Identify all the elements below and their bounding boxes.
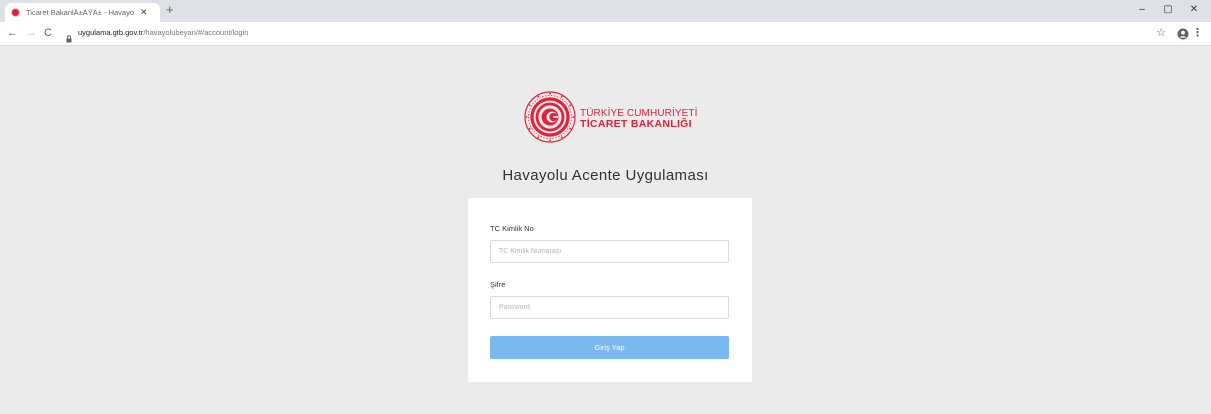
- back-button[interactable]: ←: [7, 26, 18, 40]
- browser-menu-icon[interactable]: ⋮: [1192, 26, 1203, 39]
- site-favicon-icon: [11, 8, 20, 17]
- address-bar[interactable]: uygulama.gtb.gov.tr/havayolubeyan/#/acco…: [78, 28, 248, 37]
- bookmark-star-icon[interactable]: ☆: [1156, 26, 1166, 39]
- login-card: TC Kimlik No Şifre Giriş Yap: [468, 198, 752, 382]
- browser-tab-strip: Ticaret BakanlÄ±ÄŸÄ± - Havayo ✕ + – ▢ ✕: [0, 0, 1211, 22]
- logo-line-2: TİCARET BAKANLIĞI: [580, 118, 692, 131]
- ministry-emblem-icon: [524, 91, 576, 148]
- password-input[interactable]: [490, 296, 729, 319]
- lock-icon[interactable]: [66, 30, 72, 48]
- url-host: uygulama.gtb.gov.tr: [78, 28, 144, 37]
- tab-close-icon[interactable]: ✕: [140, 8, 148, 17]
- ministry-name: TÜRKİYE CUMHURİYETİ TİCARET BAKANLIĞI: [580, 108, 697, 131]
- url-path: /havayolubeyan/#/account/login: [143, 28, 249, 37]
- browser-toolbar: ← → C uygulama.gtb.gov.tr/havayolubeyan/…: [0, 22, 1211, 46]
- tc-kimlik-label: TC Kimlik No: [490, 224, 534, 233]
- tab-title: Ticaret BakanlÄ±ÄŸÄ± - Havayo: [26, 8, 134, 17]
- browser-tab[interactable]: Ticaret BakanlÄ±ÄŸÄ± - Havayo ✕: [5, 3, 160, 22]
- maximize-button[interactable]: ▢: [1155, 4, 1181, 16]
- profile-avatar-icon[interactable]: [1177, 27, 1189, 45]
- page-body: TÜRKİYE CUMHURİYETİ TİCARET BAKANLIĞI Ha…: [0, 47, 1211, 414]
- login-submit-button[interactable]: Giriş Yap: [490, 336, 729, 359]
- password-label: Şifre: [490, 280, 506, 289]
- minimize-button[interactable]: –: [1129, 4, 1155, 16]
- close-window-button[interactable]: ✕: [1181, 4, 1207, 16]
- ministry-logo: TÜRKİYE CUMHURİYETİ TİCARET BAKANLIĞI: [524, 91, 697, 148]
- new-tab-button[interactable]: +: [166, 3, 174, 16]
- tc-kimlik-input[interactable]: [490, 240, 729, 263]
- forward-button[interactable]: →: [26, 26, 37, 40]
- reload-button[interactable]: C: [44, 26, 52, 40]
- app-title: Havayolu Acente Uygulaması: [502, 167, 709, 184]
- window-controls: – ▢ ✕: [1129, 4, 1207, 16]
